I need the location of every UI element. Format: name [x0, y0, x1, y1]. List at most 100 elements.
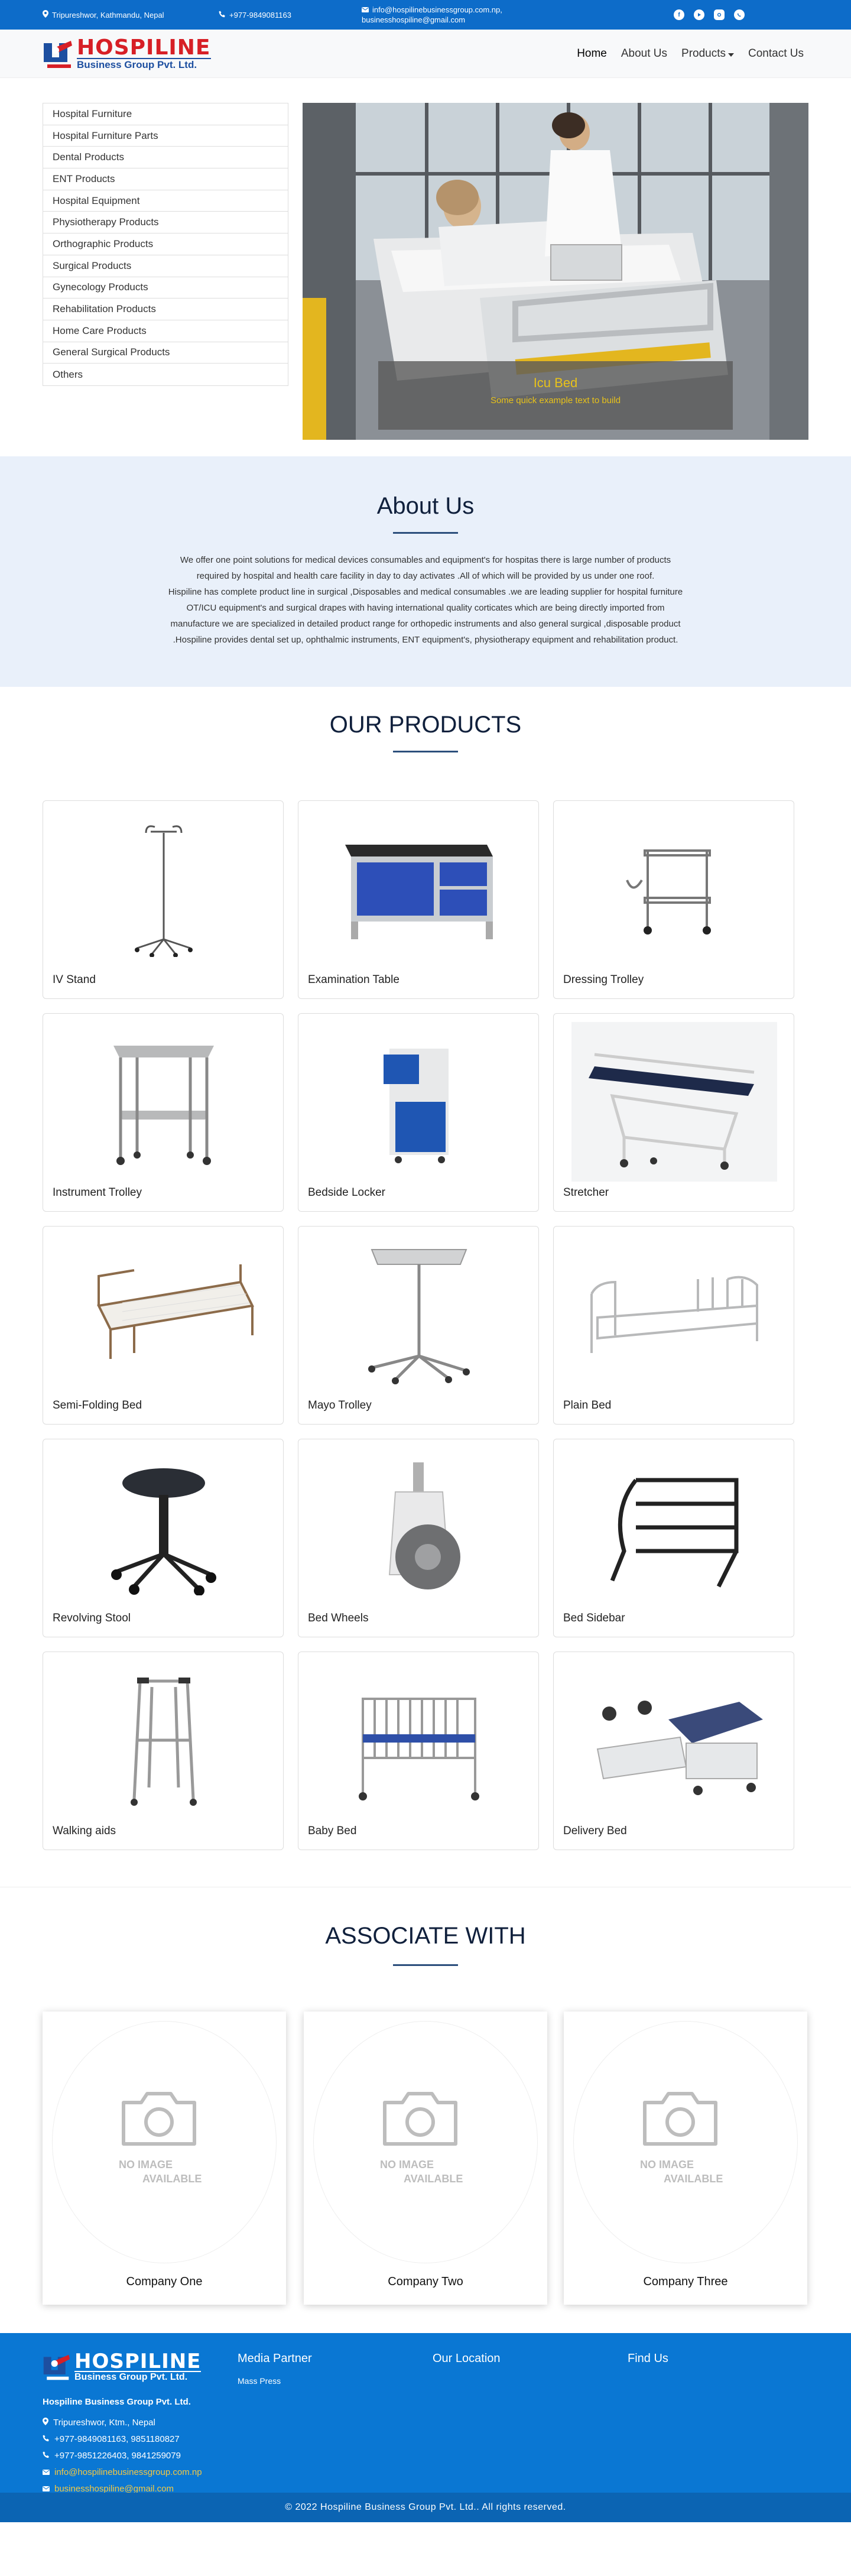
product-card-bedside-locker[interactable]: Bedside Locker [298, 1013, 539, 1212]
nav-home[interactable]: Home [577, 47, 607, 60]
plain-bed-image [571, 1235, 777, 1394]
footer-email-1[interactable]: info@hospilinebusinessgroup.com.np [43, 2464, 202, 2481]
company-card-one[interactable]: NO IMAGE AVAILABLE Company One [43, 2012, 286, 2305]
bed-wheels-image [316, 1448, 522, 1607]
about-section: About Us We offer one point solutions fo… [0, 456, 851, 687]
product-card-instrument-trolley[interactable]: Instrument Trolley [43, 1013, 284, 1212]
sidebar-item-orthographic-products[interactable]: Orthographic Products [43, 233, 288, 255]
nav-products-dropdown[interactable]: Products [681, 47, 735, 60]
hero-section: Hospital Furniture Hospital Furniture Pa… [0, 78, 851, 456]
product-name: Dressing Trolley [563, 974, 644, 986]
logo-mark-icon [41, 38, 73, 70]
stretcher-image [571, 1022, 777, 1182]
product-card-baby-bed[interactable]: Baby Bed [298, 1652, 539, 1850]
footer-phone-1[interactable]: +977-9849081163, 9851180827 [43, 2431, 202, 2448]
product-card-mayo-trolley[interactable]: Mayo Trolley [298, 1226, 539, 1425]
footer-find-title: Find Us [628, 2352, 668, 2365]
product-name: Baby Bed [308, 1825, 357, 1837]
footer-address: Tripureshwor, Ktm., Nepal [43, 2415, 202, 2431]
company-card-three[interactable]: NO IMAGE AVAILABLE Company Three [564, 2012, 807, 2305]
sidebar-item-hospital-furniture[interactable]: Hospital Furniture [43, 103, 288, 125]
about-line: Hispiline has complete product line in s… [168, 587, 683, 597]
sidebar-item-dental-products[interactable]: Dental Products [43, 147, 288, 169]
topbar-phone-text: +977-9849081163 [229, 10, 291, 20]
bed-sidebar-image [571, 1448, 777, 1607]
footer-address-text: Tripureshwor, Ktm., Nepal [53, 2418, 155, 2428]
category-sidebar: Hospital Furniture Hospital Furniture Pa… [43, 103, 288, 386]
sidebar-item-home-care-products[interactable]: Home Care Products [43, 320, 288, 342]
product-card-bed-sidebar[interactable]: Bed Sidebar [553, 1439, 794, 1637]
company-name: Company Two [388, 2275, 463, 2288]
baby-bed-image [316, 1660, 522, 1820]
footer-company-name: Hospiline Business Group Pvt. Ltd. [43, 2397, 191, 2407]
youtube-icon[interactable] [694, 9, 704, 20]
hero-carousel[interactable]: Icu Bed Some quick example text to build [303, 103, 808, 440]
sidebar-item-surgical-products[interactable]: Surgical Products [43, 255, 288, 277]
instrument-trolley-image [61, 1022, 267, 1182]
product-card-delivery-bed[interactable]: Delivery Bed [553, 1652, 794, 1850]
phone-icon [219, 11, 226, 20]
footer-media-column: Media Partner Mass Press [238, 2352, 312, 2386]
footer-logo-subtitle: Business Group Pvt. Ltd. [74, 2371, 202, 2383]
footer-find-column: Find Us [628, 2352, 668, 2366]
topbar-email[interactable]: info@hospilinebusinessgroup.com.np, busi… [362, 0, 502, 30]
associate-title-underline [393, 1964, 458, 1966]
about-line: manufacture we are specialized in detail… [170, 619, 681, 629]
sidebar-item-ent-products[interactable]: ENT Products [43, 168, 288, 190]
bedside-locker-image [316, 1022, 522, 1182]
sidebar-item-general-surgical-products[interactable]: General Surgical Products [43, 342, 288, 364]
company-card-two[interactable]: NO IMAGE AVAILABLE Company Two [304, 2012, 547, 2305]
facebook-icon[interactable]: f [674, 9, 684, 20]
product-card-plain-bed[interactable]: Plain Bed [553, 1226, 794, 1425]
sidebar-item-others[interactable]: Others [43, 364, 288, 385]
no-image-placeholder: NO IMAGE AVAILABLE [52, 2021, 277, 2263]
site-logo[interactable]: HOSPILINE Business Group Pvt. Ltd. [41, 37, 211, 71]
whatsapp-icon[interactable] [734, 9, 745, 20]
nav-about[interactable]: About Us [621, 47, 667, 60]
main-navbar: HOSPILINE Business Group Pvt. Ltd. Home … [0, 30, 851, 78]
envelope-icon [362, 5, 369, 14]
product-name: Stretcher [563, 1186, 609, 1199]
topbar-phone[interactable]: +977-9849081163 [219, 0, 291, 30]
footer-logo[interactable]: HOSPILINE Business Group Pvt. Ltd. [41, 2351, 202, 2383]
sidebar-item-hospital-equipment[interactable]: Hospital Equipment [43, 190, 288, 212]
product-card-iv-stand[interactable]: IV Stand [43, 800, 284, 999]
product-card-semi-folding-bed[interactable]: Semi-Folding Bed [43, 1226, 284, 1425]
about-line: required by hospital and health care fac… [196, 571, 655, 581]
product-card-stretcher[interactable]: Stretcher [553, 1013, 794, 1212]
footer-logo-mark-icon [43, 2354, 70, 2380]
product-name: Delivery Bed [563, 1825, 627, 1837]
products-title: OUR PRODUCTS [329, 712, 522, 738]
location-pin-icon [43, 10, 48, 20]
phone-icon [43, 2431, 50, 2448]
no-image-text-line1: NO IMAGE [640, 2159, 694, 2171]
footer-location-title: Our Location [433, 2352, 501, 2365]
product-name: IV Stand [53, 974, 96, 986]
sidebar-item-physiotherapy-products[interactable]: Physiotherapy Products [43, 212, 288, 234]
nav-products-label: Products [681, 47, 726, 60]
footer-copyright: © 2022 Hospiline Business Group Pvt. Ltd… [0, 2493, 851, 2522]
sidebar-item-hospital-furniture-parts[interactable]: Hospital Furniture Parts [43, 125, 288, 147]
nav-menu: Home About Us Products Contact Us [577, 30, 804, 78]
sidebar-item-gynecology-products[interactable]: Gynecology Products [43, 277, 288, 299]
products-section: OUR PRODUCTS IV Stand Examination Table … [0, 687, 851, 1887]
carousel-caption: Icu Bed Some quick example text to build [378, 361, 733, 430]
footer-email-1-text: info@hospilinebusinessgroup.com.np [54, 2467, 202, 2477]
product-card-revolving-stool[interactable]: Revolving Stool [43, 1439, 284, 1637]
product-name: Mayo Trolley [308, 1399, 372, 1412]
mayo-trolley-image [316, 1235, 522, 1394]
product-name: Plain Bed [563, 1399, 612, 1412]
instagram-icon[interactable] [714, 9, 725, 20]
product-card-bed-wheels[interactable]: Bed Wheels [298, 1439, 539, 1637]
footer-media-link[interactable]: Mass Press [238, 2376, 312, 2386]
sidebar-item-rehabilitation-products[interactable]: Rehabilitation Products [43, 299, 288, 320]
nav-contact[interactable]: Contact Us [748, 47, 804, 60]
product-card-examination-table[interactable]: Examination Table [298, 800, 539, 999]
product-name: Bedside Locker [308, 1186, 385, 1199]
footer-contact-list: Tripureshwor, Ktm., Nepal +977-984908116… [43, 2415, 202, 2497]
footer-phone-2[interactable]: +977-9851226403, 9841259079 [43, 2448, 202, 2464]
product-card-walking-aids[interactable]: Walking aids [43, 1652, 284, 1850]
product-card-dressing-trolley[interactable]: Dressing Trolley [553, 800, 794, 999]
topbar-address-text: Tripureshwor, Kathmandu, Nepal [52, 10, 164, 20]
associate-title: ASSOCIATE WITH [325, 1923, 526, 1949]
